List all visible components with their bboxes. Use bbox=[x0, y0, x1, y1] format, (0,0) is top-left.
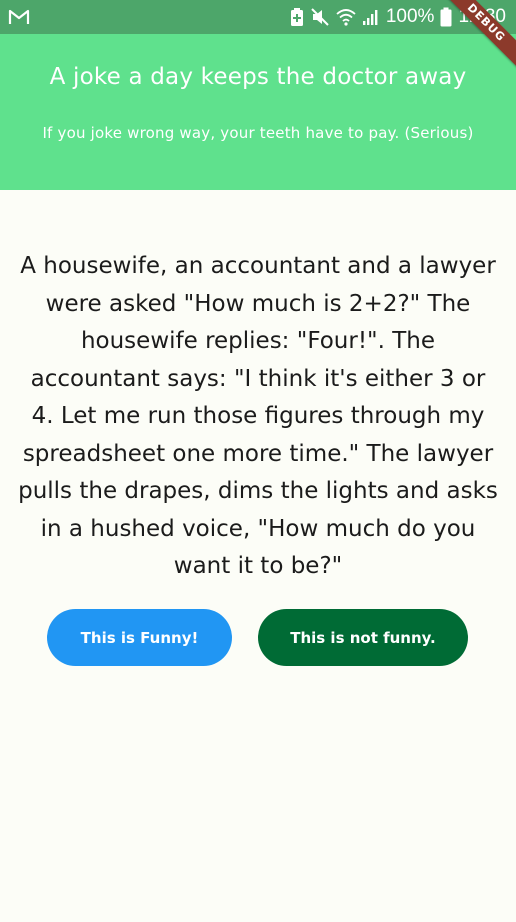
gmail-icon bbox=[8, 9, 30, 25]
joke-text: A housewife, an accountant and a lawyer … bbox=[18, 253, 498, 579]
battery-icon bbox=[440, 7, 452, 27]
signal-icon bbox=[362, 8, 380, 26]
wifi-icon bbox=[336, 8, 356, 26]
battery-percent: 100% bbox=[385, 6, 435, 27]
page-title: A joke a day keeps the doctor away bbox=[49, 64, 467, 90]
page-subtitle: If you joke wrong way, your teeth have t… bbox=[42, 124, 474, 142]
funny-button[interactable]: This is Funny! bbox=[47, 609, 232, 666]
mute-icon bbox=[310, 7, 330, 27]
app-screen: 100% 12:30 A joke a day keeps the doctor… bbox=[0, 0, 516, 922]
app-header: A joke a day keeps the doctor away If yo… bbox=[0, 34, 516, 190]
not-funny-button[interactable]: This is not funny. bbox=[258, 609, 468, 666]
battery-saver-icon bbox=[290, 7, 304, 27]
status-bar: 100% 12:30 bbox=[0, 0, 516, 34]
